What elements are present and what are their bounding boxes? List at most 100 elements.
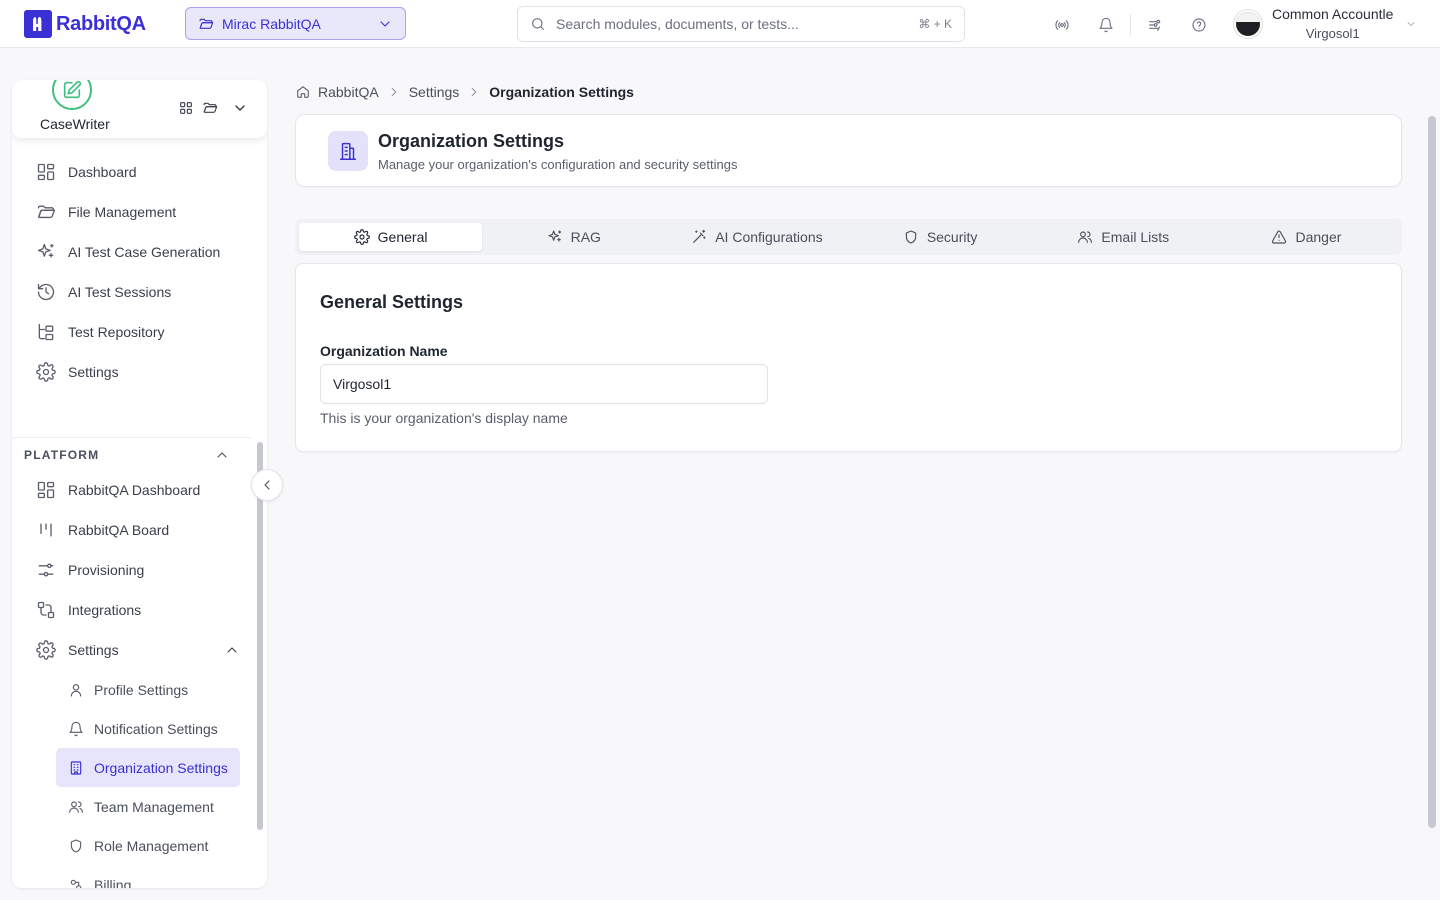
- settings-sub-label: Organization Settings: [94, 759, 228, 776]
- search-input[interactable]: [556, 16, 909, 32]
- platform-section-header[interactable]: PLATFORM: [12, 446, 252, 464]
- users-icon: [69, 800, 83, 813]
- grid-icon[interactable]: [178, 100, 194, 116]
- settings-sub-label: Notification Settings: [94, 720, 218, 737]
- organization-name-input[interactable]: [320, 364, 768, 404]
- settings-sub-team[interactable]: Team Management: [56, 787, 240, 826]
- dashboard-icon: [37, 481, 55, 499]
- broadcast-icon: [1055, 20, 1069, 30]
- theme-button[interactable]: [1145, 15, 1165, 35]
- tab-ai-configurations[interactable]: AI Configurations: [665, 223, 848, 251]
- platform-item-label: Integrations: [68, 602, 142, 618]
- platform-item-label: Settings: [68, 642, 119, 658]
- user-organization: Virgosol1: [1305, 26, 1360, 41]
- app-actions: [178, 100, 248, 116]
- user-menu[interactable]: Common Accountle Virgosol1: [1234, 5, 1417, 43]
- tab-label: Danger: [1295, 229, 1342, 245]
- breadcrumb-home[interactable]: RabbitQA: [318, 84, 379, 100]
- general-settings-card: General Settings Organization Name This …: [295, 263, 1402, 452]
- nav-item-ai-test-sessions[interactable]: AI Test Sessions: [24, 272, 256, 312]
- edit-icon: [63, 80, 82, 99]
- platform-item-rabbitqa-board[interactable]: RabbitQA Board: [12, 510, 252, 550]
- gear-icon: [353, 229, 370, 245]
- gear-icon: [36, 640, 56, 660]
- tab-label: Security: [926, 229, 978, 245]
- project-selector[interactable]: Mirac RabbitQA: [185, 7, 406, 40]
- nav-item-label: File Management: [68, 204, 177, 220]
- settings-sub-role[interactable]: Role Management: [56, 826, 240, 865]
- sidebar-scrollbar[interactable]: [256, 442, 263, 886]
- tab-general[interactable]: General: [299, 223, 483, 251]
- platform-heading: PLATFORM: [24, 448, 100, 462]
- chevron-down-icon: [380, 20, 390, 27]
- folder-icon[interactable]: [202, 100, 218, 116]
- folder-icon: [37, 205, 55, 219]
- sliders-icon: [38, 563, 54, 577]
- help-button[interactable]: [1189, 15, 1209, 35]
- chevron-up-icon[interactable]: [224, 642, 240, 658]
- platform-item-label: Provisioning: [68, 562, 145, 578]
- collapse-sidebar-button[interactable]: [251, 469, 283, 501]
- user-icon: [70, 683, 82, 697]
- nav-item-test-repository[interactable]: Test Repository: [24, 312, 256, 352]
- nav-item-dashboard[interactable]: Dashboard: [24, 152, 256, 192]
- notifications-button[interactable]: [1096, 15, 1116, 35]
- sparkles-icon: [37, 243, 54, 258]
- settings-sub-label: Team Management: [94, 798, 214, 815]
- top-actions: [1052, 14, 1209, 36]
- settings-sub-label: Profile Settings: [94, 681, 189, 698]
- nav-item-label: Test Repository: [68, 324, 165, 340]
- organization-name-help: This is your organization's display name: [320, 410, 568, 426]
- shield-icon: [905, 230, 917, 244]
- tab-rag[interactable]: RAG: [482, 223, 665, 251]
- nav-item-ai-test-case-generation[interactable]: AI Test Case Generation: [24, 232, 256, 272]
- app-name: CaseWriter: [40, 116, 110, 132]
- page-title: Organization Settings: [378, 131, 565, 151]
- tab-label: AI Configurations: [715, 229, 823, 245]
- history-icon: [37, 283, 55, 301]
- sparkles-icon: [548, 230, 561, 242]
- platform-item-label: RabbitQA Board: [68, 522, 170, 538]
- nav-item-label: Settings: [68, 364, 119, 380]
- settings-sub-organization[interactable]: Organization Settings: [56, 748, 240, 787]
- breadcrumb-current: Organization Settings: [489, 84, 634, 100]
- breadcrumb-parent[interactable]: Settings: [409, 84, 460, 100]
- tab-email-lists[interactable]: Email Lists: [1032, 223, 1215, 251]
- platform-item-settings[interactable]: Settings: [12, 630, 252, 670]
- page-header: Organization Settings Manage your organi…: [295, 114, 1402, 187]
- tab-security[interactable]: Security: [849, 223, 1032, 251]
- chevron-left-icon: [264, 480, 270, 490]
- top-divider: [1130, 14, 1131, 36]
- nav-item-label: AI Test Sessions: [68, 284, 172, 300]
- platform-item-rabbitqa-dashboard[interactable]: RabbitQA Dashboard: [12, 470, 252, 510]
- settings-sub-billing[interactable]: Billing: [56, 865, 240, 888]
- tab-danger[interactable]: Danger: [1215, 223, 1398, 251]
- search-shortcut: ⌘ + K: [918, 17, 952, 31]
- section-title: General Settings: [320, 292, 464, 312]
- page-subtitle: Manage your organization's configuration…: [378, 157, 738, 172]
- sidebar: Dashboard File Management AI Test Case G…: [12, 80, 267, 888]
- bell-icon: [69, 721, 83, 736]
- integration-icon: [37, 601, 55, 619]
- nav-item-file-management[interactable]: File Management: [24, 192, 256, 232]
- building-icon: [328, 131, 368, 171]
- chevron-right-icon: [391, 88, 396, 96]
- chevron-down-icon[interactable]: [232, 100, 248, 116]
- rabbitqa-logo[interactable]: RabbitQA: [24, 10, 146, 38]
- chevron-right-icon: [472, 88, 477, 96]
- global-search[interactable]: ⌘ + K: [517, 6, 965, 42]
- dashboard-icon: [37, 163, 55, 181]
- broadcast-button[interactable]: [1052, 15, 1072, 35]
- page-scrollbar[interactable]: [1428, 116, 1436, 828]
- settings-sub-notification[interactable]: Notification Settings: [56, 709, 240, 748]
- top-bar: RabbitQA Mirac RabbitQA ⌘ + K Common Acc…: [0, 0, 1440, 48]
- tab-label: Email Lists: [1101, 229, 1170, 245]
- platform-item-provisioning[interactable]: Provisioning: [12, 550, 252, 590]
- nav-item-label: Dashboard: [68, 164, 137, 180]
- nav-item-settings[interactable]: Settings: [24, 352, 256, 392]
- bell-icon: [1099, 17, 1113, 33]
- project-name: Mirac RabbitQA: [222, 15, 321, 32]
- platform-item-integrations[interactable]: Integrations: [12, 590, 252, 630]
- settings-sub-profile[interactable]: Profile Settings: [56, 670, 240, 709]
- app-switcher[interactable]: CaseWriter: [12, 80, 267, 138]
